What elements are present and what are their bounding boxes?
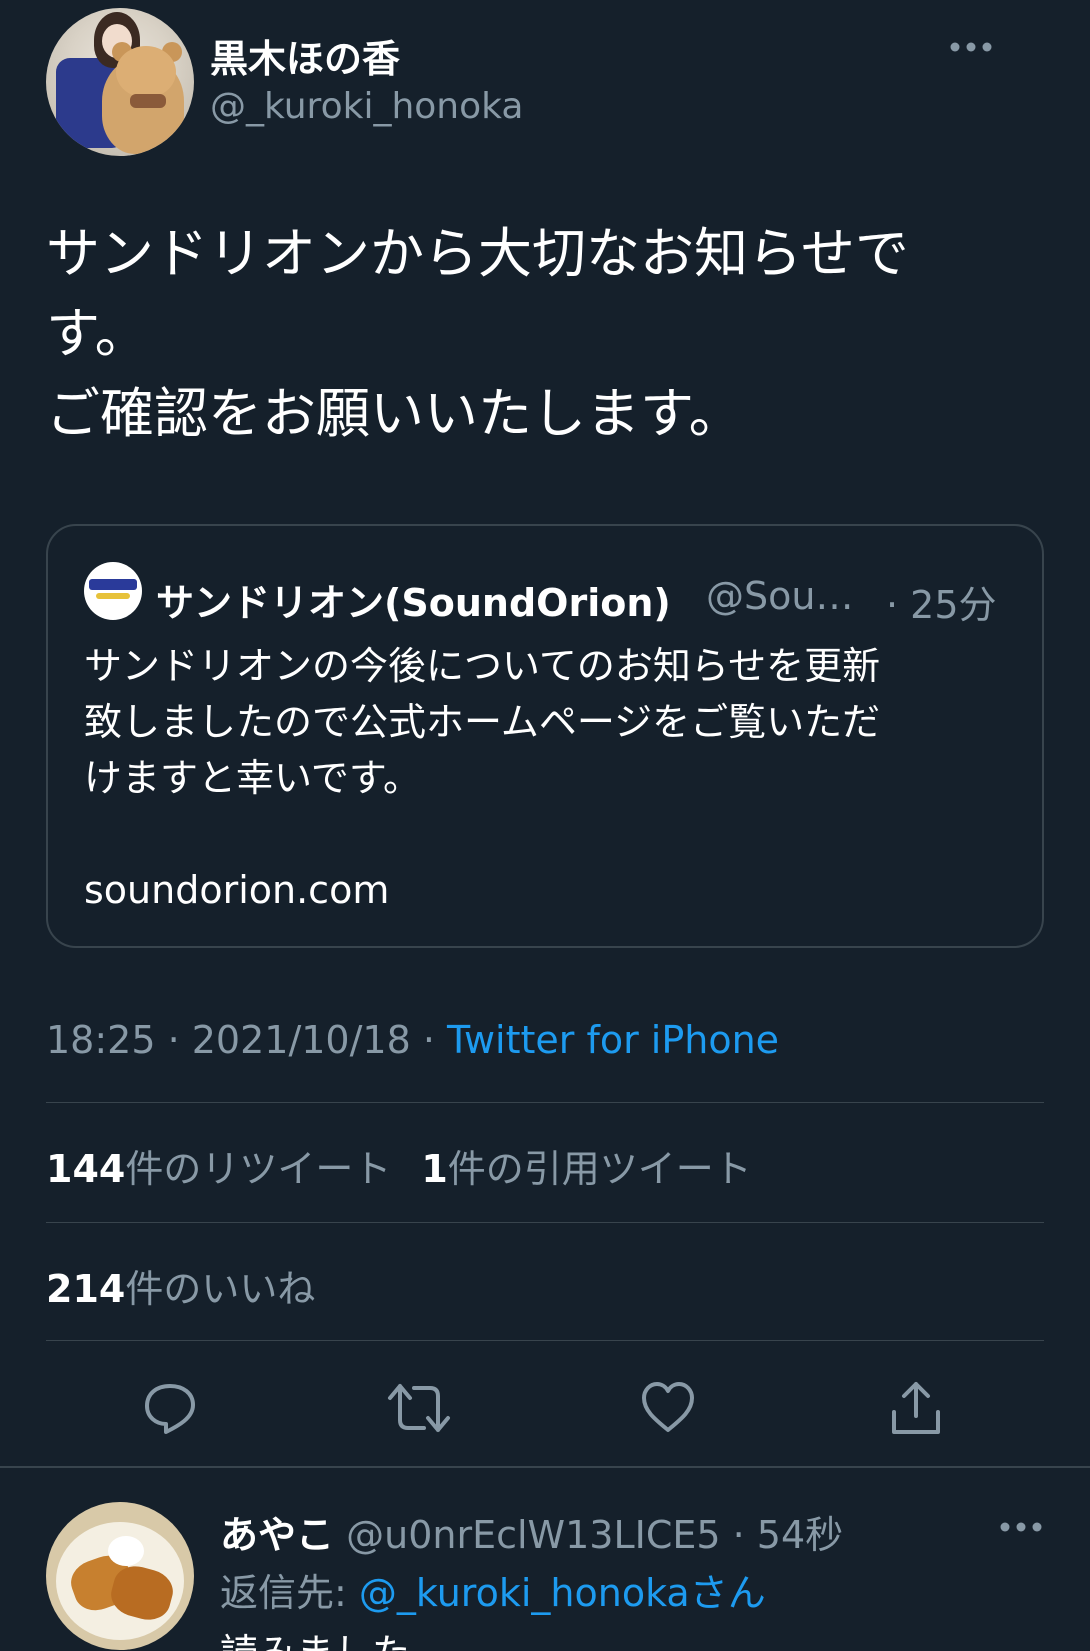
reply-author-handle[interactable]: @u0nrEclW13LICE5 · 54秒: [346, 1513, 843, 1557]
reply-more-options-icon[interactable]: [996, 1512, 1046, 1542]
retweets-count: 144: [46, 1147, 126, 1191]
reply-header: あやこ @u0nrEclW13LICE5 · 54秒: [220, 1504, 843, 1559]
quoted-author-name: サンドリオン(SoundOrion): [156, 581, 671, 625]
quoted-tweet-text: サンドリオンの今後についてのお知らせを更新 致しましたので公式ホームページをご覧…: [84, 644, 881, 800]
thread-divider: [0, 1466, 1090, 1468]
quoted-tweet-card[interactable]: サンドリオン(SoundOrion) @Sou… · 25分 サンドリオンの今後…: [46, 524, 1044, 948]
tweet-timestamp: 18:25 · 2021/10/18 ·: [46, 1018, 448, 1062]
quotes-count: 1: [421, 1147, 448, 1191]
tweet-text: サンドリオンから大切なお知らせで す。 ご確認をお願いいたします。: [46, 222, 909, 445]
retweet-icon: [388, 1384, 450, 1432]
reply-to-line: 返信先: @_kuroki_honokaさん: [220, 1562, 766, 1617]
retweet-button[interactable]: [383, 1372, 455, 1444]
reply-author-name[interactable]: あやこ: [220, 1513, 334, 1557]
reply-author-avatar[interactable]: [46, 1502, 194, 1650]
share-button[interactable]: [880, 1372, 952, 1444]
quoted-tweet-link[interactable]: soundorion.com: [84, 868, 389, 912]
quoted-tweet-header: サンドリオン(SoundOrion) @Sou… · 25分: [156, 562, 1036, 627]
likes-count: 214: [46, 1267, 126, 1311]
author-handle[interactable]: @_kuroki_honoka: [210, 86, 523, 127]
retweet-stats: 144件のリツイート 1件の引用ツイート: [46, 1138, 752, 1193]
divider: [46, 1222, 1044, 1223]
likes-label: 件のいいね: [125, 1267, 316, 1311]
tweet-detail-page: 黒木ほの香 @_kuroki_honoka サンドリオンから大切なお知らせで す…: [0, 0, 1090, 1651]
more-options-icon[interactable]: [946, 32, 996, 62]
tweet-actions: [0, 1372, 1090, 1444]
retweets-label: 件のリツイート: [125, 1147, 392, 1191]
reply-icon: [145, 1384, 195, 1434]
tweet-meta: 18:25 · 2021/10/18 · Twitter for iPhone: [46, 1018, 779, 1062]
like-stats[interactable]: 214件のいいね: [46, 1258, 315, 1313]
like-icon: [642, 1382, 694, 1432]
quotes-link[interactable]: 1件の引用ツイート: [421, 1147, 751, 1191]
quoted-author-handle: @Sou…: [706, 574, 854, 618]
share-icon: [892, 1382, 940, 1434]
reply-text: 読みました: [220, 1622, 410, 1651]
tweet-source-link[interactable]: Twitter for iPhone: [447, 1018, 779, 1062]
quotes-label: 件の引用ツイート: [447, 1147, 752, 1191]
reply-button[interactable]: [134, 1372, 206, 1444]
reply-to-label: 返信先:: [220, 1571, 359, 1615]
divider: [46, 1102, 1044, 1103]
author-avatar[interactable]: [46, 8, 194, 156]
quoted-tweet-time: · 25分: [886, 583, 997, 627]
like-button[interactable]: [632, 1372, 704, 1444]
divider: [46, 1340, 1044, 1341]
reply-to-mention[interactable]: @_kuroki_honokaさん: [359, 1571, 766, 1615]
quoted-author-avatar: [84, 562, 142, 620]
author-name[interactable]: 黒木ほの香: [210, 28, 400, 83]
retweets-link[interactable]: 144件のリツイート: [46, 1147, 391, 1191]
tweet-header: 黒木ほの香 @_kuroki_honoka: [46, 8, 1046, 158]
